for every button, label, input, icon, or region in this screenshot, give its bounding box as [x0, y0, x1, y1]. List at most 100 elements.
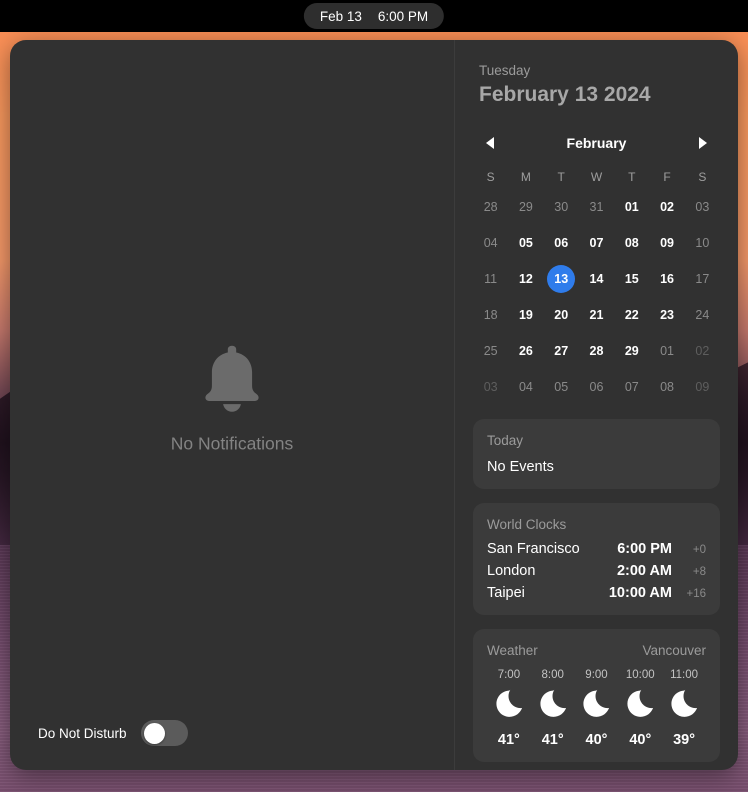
calendar-day-number: 13	[547, 265, 576, 293]
world-clock-row: London 2:00 AM +8	[487, 563, 706, 579]
calendar-nav: February	[473, 131, 720, 155]
calendar-day-cell[interactable]: 09	[649, 225, 684, 261]
calendar-week-row: 11 12 13 14 15 16 17	[473, 261, 720, 297]
calendar-day-cell[interactable]: 12	[508, 261, 543, 297]
calendar-day-number: 03	[695, 200, 710, 214]
do-not-disturb-toggle[interactable]	[140, 720, 188, 746]
calendar-weekday-0: S	[486, 170, 495, 184]
moon-icon	[538, 689, 568, 724]
calendar-day-cell[interactable]: 01	[649, 333, 684, 369]
moon-icon	[669, 689, 699, 724]
calendar-day-cell[interactable]: 19	[508, 297, 543, 333]
calendar-day-cell[interactable]: 03	[685, 189, 720, 225]
chevron-left-icon[interactable]	[481, 134, 499, 152]
calendar-day-cell[interactable]: 17	[685, 261, 720, 297]
weather-hour-time: 7:00	[497, 669, 521, 681]
calendar-day-cell[interactable]: 23	[649, 297, 684, 333]
calendar-day-number: 22	[624, 308, 639, 322]
calendar-day-number: 29	[624, 344, 639, 358]
calendar-day-number: 04	[518, 380, 533, 394]
calendar-day-cell[interactable]: 20	[544, 297, 579, 333]
calendar-day-cell[interactable]: 04	[508, 369, 543, 405]
world-clocks-rows: San Francisco 6:00 PM +0 London 2:00 AM +8 Tai…	[487, 541, 706, 601]
calendar-weekday-header: SMTWTFS	[473, 167, 720, 187]
calendar-day-cell[interactable]: 29	[614, 333, 649, 369]
today-card-title: Today	[487, 433, 524, 448]
toggle-knob	[143, 722, 165, 744]
calendar-day-cell[interactable]: 06	[544, 225, 579, 261]
calendar-day-cell[interactable]: 01	[614, 189, 649, 225]
weather-hour-temp: 41°	[497, 732, 520, 748]
calendar-day-number: 25	[483, 344, 498, 358]
calendar-day-cell[interactable]: 21	[579, 297, 614, 333]
menu-bar: Feb 13 6:00 PM	[0, 0, 748, 32]
calendar-day-cell[interactable]: 09	[685, 369, 720, 405]
calendar-day-number: 30	[554, 200, 569, 214]
calendar-day-cell[interactable]: 04	[473, 225, 508, 261]
calendar-day-number: 28	[483, 200, 498, 214]
calendar-day-number: 16	[660, 272, 675, 286]
calendar-day-cell[interactable]: 16	[649, 261, 684, 297]
calendar-week-row: 28 29 30 31 01 02 03	[473, 189, 720, 225]
notifications-column: No Notifications Do Not Disturb	[10, 40, 455, 770]
weather-hour-time: 10:00	[625, 669, 655, 681]
full-date-label: February 13 2024	[479, 83, 651, 106]
calendar-day-cell[interactable]: 30	[544, 189, 579, 225]
weather-hourly-forecast: 7:00 41° 8:00 41° 9:00 40° 10:00 40° 11:00 39°	[487, 669, 706, 748]
today-events-card[interactable]: Today No Events	[473, 419, 720, 489]
calendar-day-cell[interactable]: 02	[685, 333, 720, 369]
calendar-day-cell[interactable]: 25	[473, 333, 508, 369]
world-clock-row: San Francisco 6:00 PM +0	[487, 541, 706, 557]
calendar-day-cell[interactable]: 07	[579, 225, 614, 261]
calendar-day-cell[interactable]: 06	[579, 369, 614, 405]
calendar-day-number: 07	[624, 380, 639, 394]
weather-hour-column: 9:00 40°	[575, 669, 619, 748]
notification-center-panel: No Notifications Do Not Disturb Tuesday …	[10, 40, 738, 770]
calendar-day-cell[interactable]: 26	[508, 333, 543, 369]
chevron-right-icon[interactable]	[694, 134, 712, 152]
calendar-day-cell[interactable]: 27	[544, 333, 579, 369]
calendar-day-cell[interactable]: 18	[473, 297, 508, 333]
calendar-weekday-2: T	[557, 170, 565, 184]
moon-icon	[581, 689, 611, 724]
calendar-day-cell[interactable]: 02	[649, 189, 684, 225]
world-clock-city: London	[487, 563, 536, 579]
calendar-day-cell[interactable]: 05	[508, 225, 543, 261]
calendar-day-cell[interactable]: 03	[473, 369, 508, 405]
today-events-text: No Events	[487, 459, 554, 475]
calendar-weekday-1: M	[520, 170, 531, 184]
weather-title: Weather	[487, 643, 538, 658]
calendar-day-cell[interactable]: 15	[614, 261, 649, 297]
calendar-day-cell[interactable]: 24	[685, 297, 720, 333]
calendar-day-cell[interactable]: 07	[614, 369, 649, 405]
weather-card[interactable]: Weather Vancouver 7:00 41° 8:00 41° 9:00 40° 1…	[473, 629, 720, 762]
calendar-day-number: 04	[483, 236, 498, 250]
calendar-day-cell[interactable]: 05	[544, 369, 579, 405]
no-notifications-empty-state: No Notifications	[10, 342, 454, 455]
calendar-day-number: 05	[518, 236, 533, 250]
calendar-day-cell[interactable]: 29	[508, 189, 543, 225]
menubar-clock[interactable]: Feb 13 6:00 PM	[303, 3, 445, 29]
world-clocks-card[interactable]: World Clocks San Francisco 6:00 PM +0 Londo…	[473, 503, 720, 615]
calendar-day-cell[interactable]: 08	[649, 369, 684, 405]
calendar-weekday-4: T	[628, 170, 636, 184]
calendar-week-row: 03 04 05 06 07 08 09	[473, 369, 720, 405]
calendar-day-cell[interactable]: 14	[579, 261, 614, 297]
calendar-day-cell[interactable]: 22	[614, 297, 649, 333]
calendar-day-cell[interactable]: 11	[473, 261, 508, 297]
world-clock-time: 2:00 AM	[616, 563, 672, 579]
calendar-day-cell[interactable]: 08	[614, 225, 649, 261]
calendar-day-cell[interactable]: 10	[685, 225, 720, 261]
calendar-widget: February SMTWTFS 28 29 30 31 01 02 03 04 05 06 07 0…	[473, 131, 720, 405]
calendar-day-cell[interactable]: 28	[579, 333, 614, 369]
calendar-week-row: 04 05 06 07 08 09 10	[473, 225, 720, 261]
weather-hour-temp: 39°	[673, 732, 696, 748]
calendar-day-cell[interactable]: 28	[473, 189, 508, 225]
calendar-day-number: 27	[554, 344, 569, 358]
calendar-day-number: 06	[589, 380, 604, 394]
menubar-date-label: Feb 13	[319, 8, 362, 24]
calendar-day-cell[interactable]: 13	[544, 261, 579, 297]
weather-hour-time: 11:00	[670, 669, 699, 681]
calendar-day-number: 21	[589, 308, 604, 322]
calendar-day-cell[interactable]: 31	[579, 189, 614, 225]
